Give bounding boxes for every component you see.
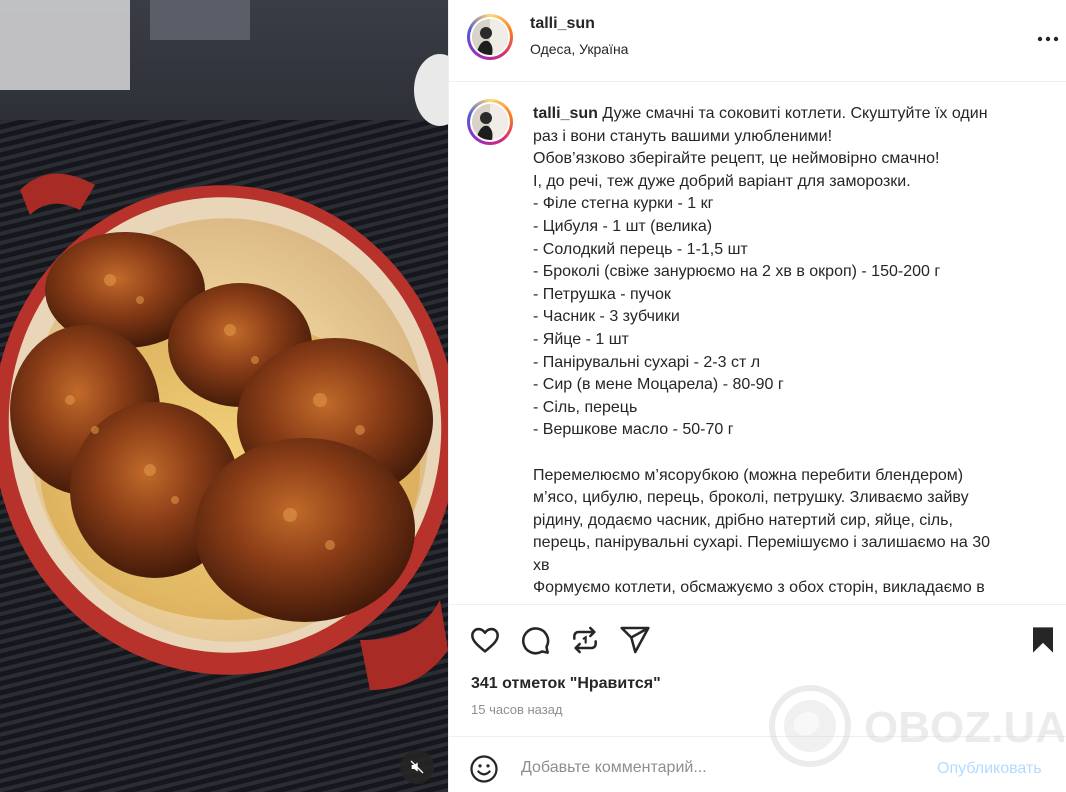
profile-photo (472, 104, 508, 140)
food-photo (0, 0, 448, 792)
share-button[interactable] (619, 624, 651, 656)
ingredient-line: - Солодкий перець - 1-1,5 шт (533, 240, 748, 258)
caption-line: хв (533, 556, 550, 574)
avatar[interactable] (467, 14, 513, 60)
bookmark-filled-icon (1033, 627, 1053, 653)
post-details-panel: talli_sun Одеса, Україна talli_sun Дуже … (448, 0, 1066, 792)
caption-avatar[interactable] (467, 99, 513, 145)
ingredient-line: - Цибуля - 1 шт (велика) (533, 217, 713, 235)
ingredient-line: - Яйце - 1 шт (533, 330, 629, 348)
caption-section: talli_sun Дуже смачні та соковиті котлет… (449, 83, 1066, 605)
ingredient-line: - Сіль, перець (533, 398, 638, 416)
ingredient-line: - Броколі (свіже занурюємо на 2 хв в окр… (533, 263, 941, 281)
caption-line: Формуємо котлети, обсмажуємо з обох стор… (533, 579, 985, 597)
post-timestamp[interactable]: 15 часов назад (471, 702, 563, 717)
caption-line: Дуже смачні та соковиті котлети. Скуштуй… (602, 105, 988, 122)
caption-line: раз і вони стануть вашими улюбленими! (533, 127, 833, 145)
ingredient-line: - Петрушка - пучок (533, 285, 671, 303)
caption-line: Обов’язково зберігайте рецепт, це неймов… (533, 150, 940, 168)
like-button[interactable] (469, 624, 501, 656)
instagram-post-view: talli_sun Одеса, Україна talli_sun Дуже … (0, 0, 1066, 792)
more-horizontal-icon (1037, 36, 1059, 42)
likes-count[interactable]: 341 отметок "Нравится" (471, 675, 661, 693)
publish-button[interactable]: Опубликовать (937, 760, 1042, 778)
action-bar (449, 606, 1066, 670)
caption-line: рідину, додаємо часник, дрібно натертий … (533, 511, 953, 529)
more-options-button[interactable] (1035, 26, 1061, 52)
heart-icon (471, 627, 499, 653)
location-link[interactable]: Одеса, Україна (530, 41, 628, 57)
caption-text: talli_sun Дуже смачні та соковиті котлет… (533, 103, 1033, 600)
save-button[interactable] (1027, 624, 1059, 656)
ingredient-line: - Сир (в мене Моцарела) - 80-90 г (533, 376, 784, 394)
comment-input[interactable] (519, 753, 903, 783)
ingredient-line: - Панірувальні сухарі - 2-3 ст л (533, 353, 761, 371)
caption-line: м’ясо, цибулю, перець, броколі, петрушку… (533, 489, 969, 507)
emoji-button[interactable] (469, 754, 499, 784)
caption-username-link[interactable]: talli_sun (533, 105, 598, 122)
ingredient-line: - Вершкове масло - 50-70 г (533, 421, 734, 439)
emoji-icon (470, 755, 498, 783)
share-icon (620, 626, 650, 654)
post-header: talli_sun Одеса, Україна (449, 0, 1066, 82)
comment-icon (522, 627, 550, 655)
repost-button[interactable] (569, 624, 601, 656)
mute-icon (410, 760, 424, 774)
mute-button[interactable] (400, 750, 434, 784)
ingredient-line: - Часник - 3 зубчики (533, 308, 680, 326)
caption-first-line: talli_sun Дуже смачні та соковиті котлет… (533, 103, 1033, 126)
comment-button[interactable] (519, 624, 551, 656)
repost-icon (573, 626, 597, 654)
ingredient-line: - Філе стегна курки - 1 кг (533, 195, 714, 213)
username-link[interactable]: talli_sun (530, 15, 595, 33)
post-media[interactable] (0, 0, 448, 792)
profile-photo (472, 19, 508, 55)
caption-line: І, до речі, теж дуже добрий варіант для … (533, 172, 911, 190)
caption-line: перець, панірувальні сухарі. Перемішуємо… (533, 534, 991, 552)
caption-line: Перемелюємо м’ясорубкою (можна перебити … (533, 466, 964, 484)
comment-bar: Опубликовать (449, 736, 1066, 792)
